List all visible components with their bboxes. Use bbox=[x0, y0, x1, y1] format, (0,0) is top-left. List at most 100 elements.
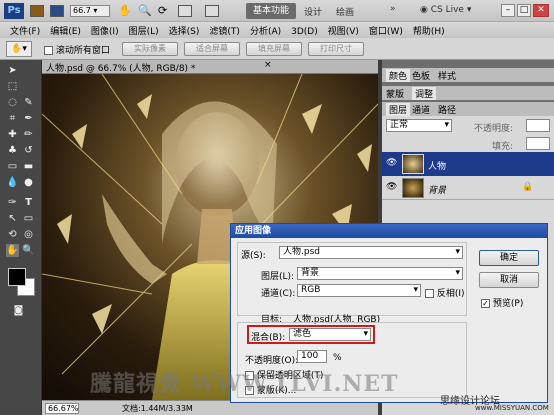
crop-tool-icon[interactable]: ⌗ bbox=[6, 112, 19, 125]
layer-row-selected[interactable]: 👁 人物 bbox=[382, 152, 554, 176]
preview-option[interactable]: ✓ 预览(P) bbox=[481, 296, 523, 309]
ps-logo: Ps bbox=[4, 3, 24, 19]
marquee-tool-icon[interactable]: ⬚ bbox=[6, 80, 19, 93]
healing-tool-icon[interactable]: ✚ bbox=[6, 128, 19, 141]
menu-analysis[interactable]: 分析(A) bbox=[250, 27, 281, 37]
scroll-all-checkbox[interactable] bbox=[44, 46, 53, 55]
workspace-design-button[interactable]: 设计 bbox=[304, 5, 322, 18]
blending-label: 混合(B): bbox=[251, 333, 286, 343]
cs-live-button[interactable]: ◉ CS Live ▾ bbox=[420, 5, 471, 15]
tab-styles[interactable]: 样式 bbox=[438, 69, 456, 82]
layer-opacity-field[interactable] bbox=[526, 119, 550, 132]
zoom-level-dropdown[interactable]: 66.7 ▾ bbox=[70, 5, 110, 17]
options-bar: ✋▾ 滚动所有窗口 实际像素 适合屏幕 填充屏幕 打印尺寸 bbox=[0, 38, 554, 60]
shape-tool-icon[interactable]: ▭ bbox=[22, 212, 35, 225]
cs-live-label: CS Live bbox=[430, 5, 464, 15]
source-value: 人物.psd bbox=[283, 247, 320, 257]
tab-swatches[interactable]: 色板 bbox=[412, 69, 430, 82]
brush-tool-icon[interactable]: ✏ bbox=[22, 128, 35, 141]
clone-stamp-tool-icon[interactable]: ♣ bbox=[6, 144, 19, 157]
minimize-button[interactable]: – bbox=[501, 4, 515, 17]
eraser-tool-icon[interactable]: ▭ bbox=[6, 160, 19, 173]
foreground-color-swatch[interactable] bbox=[8, 268, 26, 286]
menu-file[interactable]: 文件(F) bbox=[10, 27, 40, 37]
tab-channels[interactable]: 通道 bbox=[412, 103, 430, 116]
tab-adjustments[interactable]: 调整 bbox=[412, 87, 437, 100]
3d-rotate-tool-icon[interactable]: ⟲ bbox=[6, 228, 19, 241]
menu-select[interactable]: 选择(S) bbox=[169, 27, 200, 37]
invert-option[interactable]: 反相(I) bbox=[425, 286, 465, 299]
bridge-icon[interactable] bbox=[30, 5, 44, 17]
blending-dropdown[interactable]: 滤色 ▾ bbox=[289, 328, 371, 341]
workspace-more-button[interactable]: » bbox=[390, 4, 396, 14]
menu-layer[interactable]: 图层(L) bbox=[129, 27, 159, 37]
source-dropdown[interactable]: 人物.psd ▾ bbox=[279, 246, 463, 259]
blur-tool-icon[interactable]: 💧 bbox=[6, 176, 19, 189]
eye-icon[interactable]: 👁 bbox=[386, 182, 397, 192]
screen-mode-icon[interactable] bbox=[205, 5, 219, 17]
tab-paths[interactable]: 路径 bbox=[438, 103, 456, 116]
workspace-paint-button[interactable]: 绘画 bbox=[336, 5, 354, 18]
tab-color[interactable]: 颜色 bbox=[386, 69, 411, 82]
layer-name: 背景 bbox=[428, 186, 447, 196]
document-tab[interactable]: 人物.psd @ 66.7% (人物, RGB/8) * × bbox=[42, 60, 378, 74]
workspace-basic-button[interactable]: 基本功能 bbox=[246, 3, 296, 19]
menu-view[interactable]: 视图(V) bbox=[328, 27, 359, 37]
preview-checkbox[interactable]: ✓ bbox=[481, 299, 490, 308]
pen-tool-icon[interactable]: ✑ bbox=[6, 196, 19, 209]
type-tool-icon[interactable]: T bbox=[22, 196, 35, 209]
rotate-icon[interactable]: ⟳ bbox=[158, 4, 167, 17]
channel-dropdown[interactable]: RGB ▾ bbox=[297, 284, 421, 297]
gradient-tool-icon[interactable]: ▬ bbox=[22, 160, 35, 173]
quick-select-tool-icon[interactable]: ✎ bbox=[22, 96, 35, 109]
maximize-button[interactable]: □ bbox=[517, 4, 531, 17]
fill-screen-button[interactable]: 填充屏幕 bbox=[246, 42, 302, 56]
layer-row-background[interactable]: 👁 背景 🔒 bbox=[382, 176, 554, 200]
dialog-opacity-label: 不透明度(O): bbox=[245, 356, 299, 366]
tab-layers[interactable]: 图层 bbox=[386, 103, 411, 116]
lasso-tool-icon[interactable]: ◌ bbox=[6, 96, 19, 109]
doc-size-info: 文档:1.44M/3.33M bbox=[122, 404, 193, 413]
history-brush-tool-icon[interactable]: ↺ bbox=[22, 144, 35, 157]
zoom-icon[interactable]: 🔍 bbox=[138, 4, 152, 17]
document-close-icon[interactable]: × bbox=[264, 60, 272, 70]
blend-mode-dropdown[interactable]: 正常 ▾ bbox=[386, 119, 452, 132]
menu-edit[interactable]: 编辑(E) bbox=[50, 27, 81, 37]
layer-value: 背景 bbox=[301, 268, 320, 278]
move-tool-icon[interactable]: ➤ bbox=[6, 64, 19, 77]
3d-orbit-tool-icon[interactable]: ◎ bbox=[22, 228, 35, 241]
layer-fill-field[interactable] bbox=[526, 137, 550, 150]
hand-icon[interactable]: ✋ bbox=[118, 4, 132, 17]
zoom-readout[interactable]: 66.67% bbox=[45, 403, 79, 414]
fit-screen-button[interactable]: 适合屏幕 bbox=[184, 42, 240, 56]
lock-icon: 🔒 bbox=[522, 182, 534, 192]
menu-image[interactable]: 图像(I) bbox=[91, 27, 119, 37]
menu-bar: 文件(F) 编辑(E) 图像(I) 图层(L) 选择(S) 滤镜(T) 分析(A) 3D(D)… bbox=[0, 22, 554, 38]
menu-window[interactable]: 窗口(W) bbox=[369, 27, 403, 37]
scroll-all-windows-option[interactable]: 滚动所有窗口 bbox=[44, 43, 110, 56]
cancel-button[interactable]: 取消 bbox=[479, 272, 539, 288]
zoom-tool-icon[interactable]: 🔍 bbox=[22, 244, 35, 257]
hand-tool-icon[interactable]: ✋ bbox=[6, 244, 19, 257]
minibridge-icon[interactable] bbox=[50, 5, 64, 17]
path-select-tool-icon[interactable]: ↖ bbox=[6, 212, 19, 225]
eyedropper-tool-icon[interactable]: ✒ bbox=[22, 112, 35, 125]
dialog-opacity-field[interactable]: 100 bbox=[297, 350, 327, 363]
actual-pixels-button[interactable]: 实际像素 bbox=[122, 42, 178, 56]
layer-dropdown[interactable]: 背景 ▾ bbox=[297, 267, 463, 280]
quick-mask-icon[interactable]: ◙ bbox=[12, 304, 25, 317]
blending-value: 滤色 bbox=[293, 329, 312, 339]
menu-3d[interactable]: 3D(D) bbox=[291, 27, 318, 37]
menu-filter[interactable]: 滤镜(T) bbox=[209, 27, 240, 37]
hand-tool-preset-icon[interactable]: ✋▾ bbox=[6, 41, 32, 57]
dodge-tool-icon[interactable]: ● bbox=[22, 176, 35, 189]
watermark-tlvi: 騰龍視覺 WWW.TLVI.NET bbox=[90, 371, 399, 397]
tab-masks[interactable]: 蒙版 bbox=[386, 87, 404, 100]
invert-checkbox[interactable] bbox=[425, 289, 434, 298]
ok-button[interactable]: 确定 bbox=[479, 250, 539, 266]
menu-help[interactable]: 帮助(H) bbox=[413, 27, 445, 37]
print-size-button[interactable]: 打印尺寸 bbox=[308, 42, 364, 56]
eye-icon[interactable]: 👁 bbox=[386, 158, 397, 168]
close-button[interactable]: ✕ bbox=[533, 4, 549, 17]
arrange-icon[interactable] bbox=[178, 5, 192, 17]
